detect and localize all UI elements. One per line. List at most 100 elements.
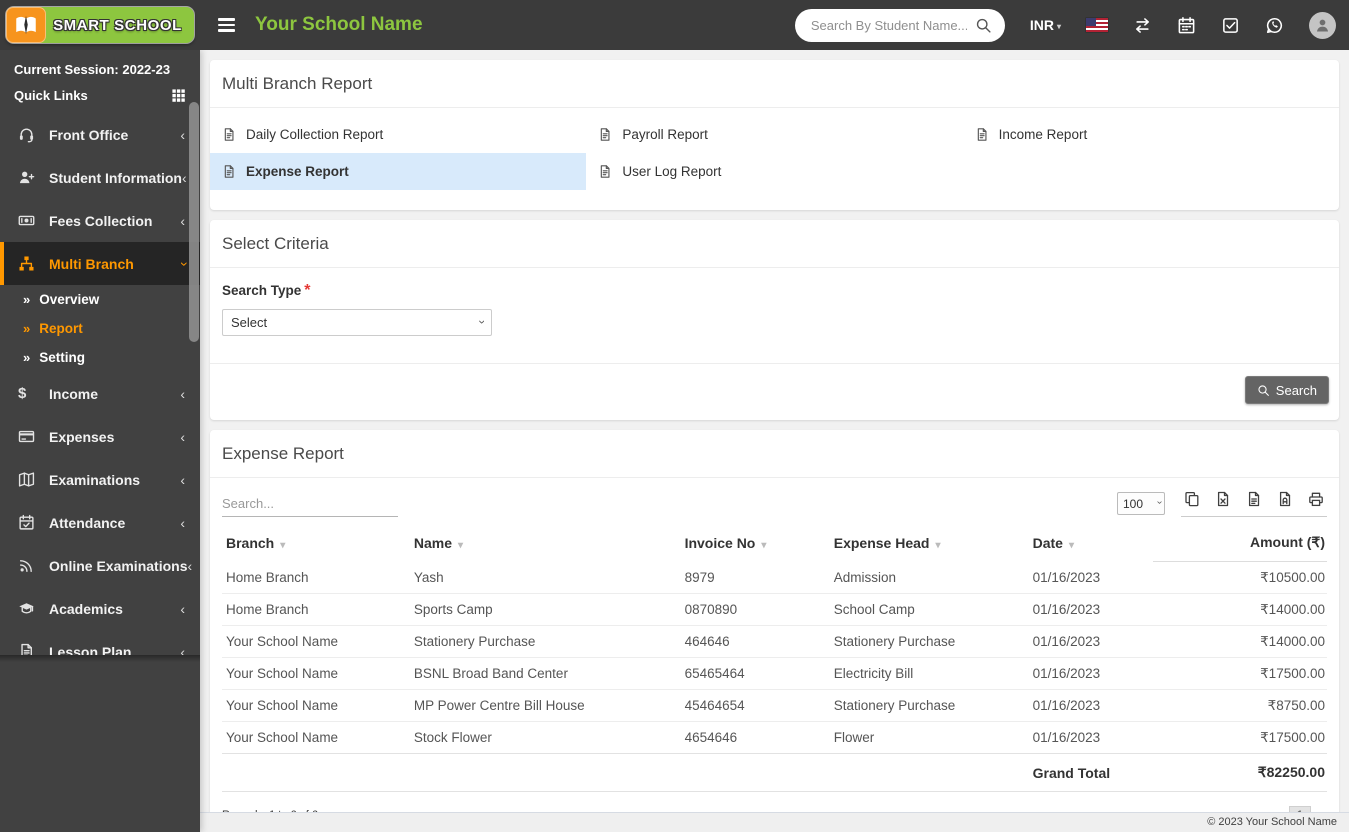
sidebar-item-attendance[interactable]: Attendance ‹ <box>0 501 200 544</box>
column-header-expense-head[interactable]: Expense Head ▾ <box>830 525 1029 562</box>
sitemap-icon <box>18 255 36 272</box>
table-search-input[interactable] <box>222 492 398 517</box>
whatsapp-icon[interactable] <box>1265 16 1284 35</box>
search-button-label: Search <box>1275 382 1317 398</box>
excel-icon[interactable] <box>1215 491 1231 507</box>
cell-date: 01/16/2023 <box>1028 689 1154 722</box>
quick-links[interactable]: Quick Links <box>0 81 200 113</box>
grad-cap-icon <box>18 600 36 617</box>
cell-branch: Your School Name <box>222 721 410 754</box>
sidebar-item-academics[interactable]: Academics ‹ <box>0 587 200 630</box>
column-header-name[interactable]: Name ▾ <box>410 525 681 562</box>
sidebar-subitem-label: Report <box>39 321 83 336</box>
todo-icon[interactable] <box>1221 16 1240 35</box>
required-asterisk: * <box>304 282 311 299</box>
cell-expense-head: School Camp <box>829 593 1029 626</box>
cell-branch: Your School Name <box>222 625 410 658</box>
sidebar-item-lesson-plan[interactable]: Lesson Plan ‹ <box>0 630 200 655</box>
sort-caret-icon: ▾ <box>761 539 767 551</box>
sidebar-item-front-office[interactable]: Front Office ‹ <box>0 113 200 156</box>
report-link-daily-collection-report[interactable]: Daily Collection Report <box>210 116 586 153</box>
sidebar-toggle-button[interactable] <box>212 12 241 38</box>
calendar-check-icon <box>18 514 36 531</box>
report-link-label: Payroll Report <box>622 127 708 142</box>
report-link-expense-report[interactable]: Expense Report <box>210 153 587 190</box>
print-icon[interactable] <box>1308 491 1324 507</box>
table-header: Branch ▾ Name ▾ Invoice No ▾ Expense Head ▾ Date… <box>222 525 1327 562</box>
user-avatar[interactable] <box>1309 11 1336 39</box>
cell-invoice-no: 65465464 <box>680 657 830 690</box>
language-flag-icon[interactable] <box>1086 18 1108 32</box>
cell-name: MP Power Centre Bill House <box>409 689 681 722</box>
file-icon <box>975 127 989 142</box>
calendar-icon[interactable] <box>1177 16 1196 35</box>
cell-name: Sports Camp <box>409 593 681 626</box>
sidebar-item-fees-collection[interactable]: Fees Collection ‹ <box>0 199 200 242</box>
select-criteria-title: Select Criteria <box>210 220 1339 268</box>
search-icon[interactable] <box>975 17 992 34</box>
double-angle-icon: » <box>23 292 31 307</box>
student-search-input[interactable] <box>794 8 1005 42</box>
sidebar-item-label: Student Information <box>49 169 182 186</box>
search-icon <box>1257 384 1270 397</box>
report-link-user-log-report[interactable]: User Log Report <box>586 153 962 190</box>
sidebar-subitem-report[interactable]: » Report <box>0 314 200 343</box>
column-header-date[interactable]: Date ▾ <box>1029 525 1154 562</box>
chevron-down-icon: ‹ <box>174 261 191 266</box>
sidebar: Current Session: 2022-23 Quick Links Fro… <box>0 50 200 832</box>
sidebar-item-multi-branch[interactable]: Multi Branch ‹ <box>0 242 200 285</box>
copy-icon[interactable] <box>1184 491 1200 507</box>
column-label: Name <box>413 534 452 551</box>
sidebar-subitem-overview[interactable]: » Overview <box>0 285 200 314</box>
sidebar-scrollbar-thumb[interactable] <box>189 102 199 342</box>
school-name-title: Your School Name <box>255 14 423 35</box>
headset-icon <box>18 126 36 143</box>
export-buttons <box>1181 491 1327 517</box>
sort-caret-icon: ▾ <box>457 539 464 551</box>
credit-card-icon <box>18 428 36 445</box>
chevron-left-icon: ‹ <box>187 557 193 574</box>
currency-selector[interactable]: INR ▾ <box>1030 17 1061 33</box>
sidebar-item-examinations[interactable]: Examinations ‹ <box>0 458 200 501</box>
report-link-income-report[interactable]: Income Report <box>963 116 1339 153</box>
student-search <box>794 8 1005 42</box>
sidebar-item-label: Academics <box>49 600 123 617</box>
sidebar-item-online-examinations[interactable]: Online Examinations ‹ <box>0 544 200 587</box>
report-link-label: Income Report <box>998 127 1088 142</box>
search-button[interactable]: Search <box>1244 376 1329 404</box>
money-icon <box>18 212 36 229</box>
double-angle-icon: » <box>23 350 31 365</box>
csv-icon[interactable] <box>1246 491 1262 507</box>
report-link-payroll-report[interactable]: Payroll Report <box>586 116 962 153</box>
cell-amount-: ₹14000.00 <box>1153 625 1327 658</box>
column-label: Invoice No <box>684 534 756 551</box>
sidebar-item-label: Income <box>49 385 99 402</box>
column-header-invoice-no[interactable]: Invoice No ▾ <box>681 525 830 562</box>
sidebar-item-income[interactable]: $ Income ‹ <box>0 372 200 415</box>
table-footer: Grand Total ₹82250.00 <box>222 753 1327 792</box>
sidebar-item-student-information[interactable]: Student Information ‹ <box>0 156 200 199</box>
sidebar-subitem-setting[interactable]: » Setting <box>0 343 200 372</box>
app-logo[interactable]: SMART SCHOOL <box>0 7 200 43</box>
select-criteria-card: Select Criteria Search Type * Select ‹ Se… <box>210 220 1339 420</box>
grid-icon[interactable] <box>171 88 186 103</box>
table-row: Your School Name Stock Flower 4654646 Flowe… <box>222 721 1327 754</box>
column-header-branch[interactable]: Branch ▾ <box>222 525 410 562</box>
cell-invoice-no: 464646 <box>680 625 830 658</box>
top-header: SMART SCHOOL Your School Name INR ▾ <box>0 0 1349 50</box>
rss-icon <box>18 557 36 574</box>
branch-exchange-icon[interactable] <box>1133 16 1152 35</box>
expense-report-card: Expense Report 100 ‹ Branch▾Name▾Invoice… <box>210 430 1339 832</box>
quick-links-label: Quick Links <box>14 88 88 103</box>
cell-date: 01/16/2023 <box>1028 625 1154 658</box>
search-type-select[interactable]: Select <box>222 309 492 336</box>
page-size-select[interactable]: 100 <box>1117 492 1165 515</box>
cell-branch: Home Branch <box>222 593 410 626</box>
double-angle-icon: » <box>23 321 31 336</box>
column-header-amount-: Amount (₹) <box>1153 525 1327 562</box>
current-session-label: Current Session: 2022-23 <box>14 62 171 77</box>
pdf-icon[interactable] <box>1277 491 1293 507</box>
cell-amount-: ₹17500.00 <box>1153 721 1327 754</box>
sidebar-item-expenses[interactable]: Expenses ‹ <box>0 415 200 458</box>
caret-down-icon: ▾ <box>1056 21 1061 31</box>
